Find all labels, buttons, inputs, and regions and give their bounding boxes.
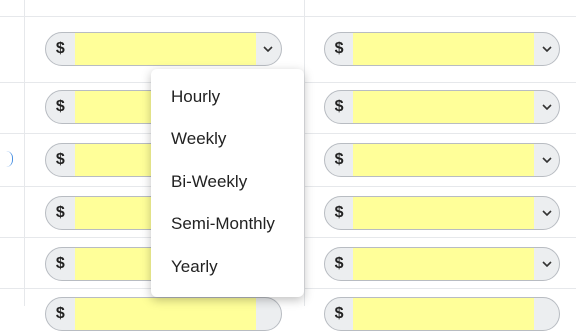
- amount-input[interactable]: [353, 197, 535, 229]
- currency-prefix: $: [334, 204, 344, 221]
- currency-prefix: $: [55, 98, 65, 115]
- currency-prefix: $: [334, 255, 344, 272]
- column-divider: [304, 0, 305, 306]
- chevron-down-icon: [542, 46, 552, 52]
- menu-item-bi-weekly[interactable]: Bi-Weekly: [171, 172, 247, 192]
- row-divider: [0, 16, 576, 17]
- currency-prefix: $: [55, 255, 65, 272]
- currency-prefix: $: [334, 305, 344, 322]
- pay-frequency-toggle[interactable]: [256, 298, 281, 330]
- pay-frequency-menu: Hourly Weekly Bi-Weekly Semi-Monthly Yea…: [151, 69, 304, 297]
- pay-frequency-toggle[interactable]: [256, 33, 281, 65]
- chevron-down-icon: [542, 104, 552, 110]
- currency-prefix: $: [334, 151, 344, 168]
- menu-item-hourly[interactable]: Hourly: [171, 87, 220, 107]
- chevron-down-icon: [542, 261, 552, 267]
- currency-prefix: $: [55, 305, 65, 322]
- chevron-down-icon: [263, 46, 273, 52]
- currency-prefix: $: [334, 40, 344, 57]
- pay-frequency-toggle[interactable]: [534, 197, 559, 229]
- amount-field-row2-col2: $: [324, 90, 560, 124]
- amount-field-row1-col1: $: [45, 32, 282, 66]
- pay-frequency-toggle[interactable]: [534, 144, 559, 176]
- menu-item-semi-monthly[interactable]: Semi-Monthly: [171, 214, 275, 234]
- amount-field-row6-col2: $: [324, 297, 560, 331]
- chevron-down-icon: [542, 210, 552, 216]
- amount-input[interactable]: [353, 248, 535, 280]
- pay-frequency-toggle[interactable]: [534, 33, 559, 65]
- currency-prefix: $: [55, 204, 65, 221]
- amount-input[interactable]: [74, 298, 256, 330]
- pay-frequency-toggle[interactable]: [534, 298, 559, 330]
- column-divider: [24, 0, 25, 306]
- amount-input[interactable]: [74, 33, 256, 65]
- pay-frequency-toggle[interactable]: [534, 248, 559, 280]
- currency-prefix: $: [334, 98, 344, 115]
- amount-input[interactable]: [353, 144, 535, 176]
- pay-frequency-toggle[interactable]: [534, 91, 559, 123]
- row-expand-handle[interactable]: [6, 151, 13, 167]
- amount-input[interactable]: [353, 91, 535, 123]
- amount-field-row5-col2: $: [324, 247, 560, 281]
- amount-field-row4-col2: $: [324, 196, 560, 230]
- amount-input[interactable]: [353, 33, 535, 65]
- amount-field-row6-col1: $: [45, 297, 282, 331]
- menu-item-yearly[interactable]: Yearly: [171, 257, 218, 277]
- chevron-down-icon: [542, 157, 552, 163]
- menu-item-weekly[interactable]: Weekly: [171, 129, 226, 149]
- amount-field-row3-col2: $: [324, 143, 560, 177]
- amount-input[interactable]: [353, 298, 535, 330]
- amount-field-row1-col2: $: [324, 32, 560, 66]
- currency-prefix: $: [55, 151, 65, 168]
- currency-prefix: $: [55, 40, 65, 57]
